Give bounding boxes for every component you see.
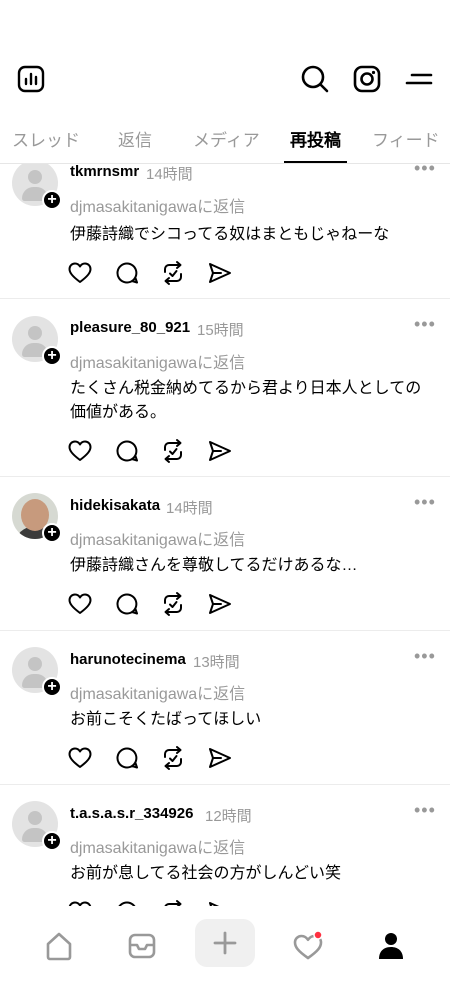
share-icon[interactable]: [206, 590, 234, 618]
post-username[interactable]: harunotecinema: [70, 651, 186, 668]
tab-reposts[interactable]: 再投稿: [290, 126, 341, 151]
comment-icon[interactable]: [113, 437, 141, 465]
comment-icon[interactable]: [113, 590, 141, 618]
comment-icon[interactable]: [113, 744, 141, 772]
heart-icon[interactable]: [66, 437, 94, 465]
profile-tabs: スレッド 返信 メディア 再投稿 フィード: [0, 112, 450, 164]
post-text: お前こそくたばってほしい: [70, 711, 262, 728]
tab-media[interactable]: メディア: [193, 126, 260, 151]
more-options-icon[interactable]: •••: [414, 800, 436, 821]
post-username[interactable]: pleasure_80_921: [70, 319, 190, 336]
home-icon[interactable]: [29, 924, 89, 968]
comment-icon[interactable]: [113, 898, 141, 906]
post: + pleasure_80_921 15時間 ••• djmasakitanig…: [0, 299, 450, 477]
post: + harunotecinema 13時間 ••• djmasakitaniga…: [0, 631, 450, 785]
share-icon[interactable]: [206, 898, 234, 906]
reply-to-label[interactable]: djmasakitanigawaに返信: [70, 349, 245, 373]
search-icon[interactable]: [300, 64, 330, 94]
post-time: 12時間: [205, 808, 252, 825]
repost-icon[interactable]: [159, 590, 187, 618]
follow-plus-icon[interactable]: +: [42, 677, 62, 697]
follow-plus-icon[interactable]: +: [42, 346, 62, 366]
more-options-icon[interactable]: •••: [414, 314, 436, 335]
post-time: 14時間: [146, 166, 193, 183]
repost-icon[interactable]: [159, 898, 187, 906]
post-username[interactable]: t.a.s.a.s.r_334926: [70, 805, 193, 822]
tab-feeds[interactable]: フィード: [372, 126, 440, 151]
post: + tkmrnsmr 14時間 ••• djmasakitanigawaに返信 …: [0, 164, 450, 299]
post-actions: [66, 437, 246, 465]
follow-plus-icon[interactable]: +: [42, 523, 62, 543]
post-actions: [66, 898, 246, 906]
heart-icon[interactable]: [66, 590, 94, 618]
post-text: お前が息してる社会の方がしんどい笑: [70, 865, 342, 882]
share-icon[interactable]: [206, 744, 234, 772]
more-options-icon[interactable]: •••: [414, 492, 436, 513]
share-icon[interactable]: [206, 259, 234, 287]
top-bar: [0, 0, 450, 112]
post-time: 15時間: [197, 322, 244, 339]
repost-icon[interactable]: [159, 744, 187, 772]
profile-icon[interactable]: [361, 924, 421, 968]
post-text: 伊藤詩織さんを尊敬してるだけあるな…: [70, 557, 358, 574]
tab-threads[interactable]: スレッド: [12, 126, 80, 151]
post: + hidekisakata 14時間 ••• djmasakitanigawa…: [0, 477, 450, 631]
mail-icon[interactable]: [112, 924, 172, 968]
comment-icon[interactable]: [113, 259, 141, 287]
more-options-icon[interactable]: •••: [414, 164, 436, 179]
reply-to-label[interactable]: djmasakitanigawaに返信: [70, 193, 245, 217]
post-text: たくさん税金納めてるから君より日本人としての価値がある。: [70, 380, 422, 421]
reply-to-label[interactable]: djmasakitanigawaに返信: [70, 834, 245, 858]
activity-icon[interactable]: [278, 924, 338, 968]
post-time: 13時間: [193, 654, 240, 671]
repost-icon[interactable]: [159, 259, 187, 287]
post-time: 14時間: [166, 500, 213, 517]
tab-replies[interactable]: 返信: [118, 126, 152, 151]
feed[interactable]: + tkmrnsmr 14時間 ••• djmasakitanigawaに返信 …: [0, 164, 450, 906]
repost-icon[interactable]: [159, 437, 187, 465]
heart-icon[interactable]: [66, 259, 94, 287]
menu-icon[interactable]: [404, 64, 434, 94]
follow-plus-icon[interactable]: +: [42, 831, 62, 851]
insights-icon[interactable]: [16, 64, 46, 94]
post-username[interactable]: tkmrnsmr: [70, 164, 139, 180]
heart-icon[interactable]: [66, 898, 94, 906]
instagram-icon[interactable]: [352, 64, 382, 94]
post-actions: [66, 259, 246, 287]
follow-plus-icon[interactable]: +: [42, 190, 62, 210]
bottom-nav: [0, 906, 450, 1000]
more-options-icon[interactable]: •••: [414, 646, 436, 667]
post-actions: [66, 744, 246, 772]
post: + t.a.s.a.s.r_334926 12時間 ••• djmasakita…: [0, 785, 450, 906]
active-tab-indicator: [284, 161, 347, 163]
post-username[interactable]: hidekisakata: [70, 497, 160, 514]
reply-to-label[interactable]: djmasakitanigawaに返信: [70, 680, 245, 704]
reply-to-label[interactable]: djmasakitanigawaに返信: [70, 526, 245, 550]
post-text: 伊藤詩織でシコってる奴はまともじゃねーな: [70, 226, 390, 243]
share-icon[interactable]: [206, 437, 234, 465]
heart-icon[interactable]: [66, 744, 94, 772]
post-actions: [66, 590, 246, 618]
create-icon[interactable]: [195, 919, 255, 967]
